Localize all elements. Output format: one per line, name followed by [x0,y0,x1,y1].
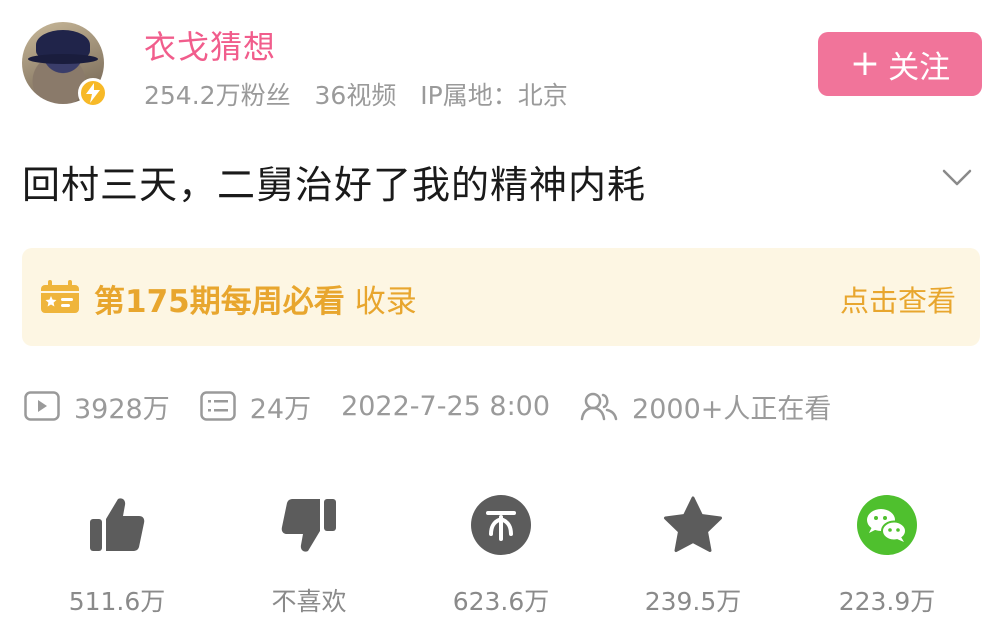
banner-title: 第175期每周必看 收录 [94,276,417,321]
plus-icon: + [849,43,881,84]
coin-count: 623.6万 [452,587,550,616]
coin-icon [466,490,536,560]
star-icon [658,490,728,560]
danmaku-icon [199,391,236,421]
dislike-label: 不喜欢 [271,587,347,616]
thumbs-up-icon [82,490,152,560]
play-count: 3928万 [74,393,170,425]
like-button[interactable]: 511.6万 [22,490,212,620]
avatar-hat-brim-shape [28,54,98,64]
publish-date: 2022-7-25 8:00 [341,390,551,422]
author-meta: 254.2万粉丝 36视频 IP属地：北京 [144,76,584,112]
author-name[interactable]: 衣戈猜想 [144,22,276,68]
wechat-share-button[interactable]: 223.9万 [792,490,982,620]
video-stats: 3928万 24万 2022-7-25 8:00 2000+人正在看 [24,384,861,428]
watching-now-stat: 2000+人正在看 [580,387,831,426]
video-title: 回村三天，二舅治好了我的精神内耗 [22,163,647,207]
chevron-down-icon[interactable] [940,160,974,194]
follow-button[interactable]: + 关注 [818,32,982,96]
video-count: 36视频 [314,81,397,110]
thumbs-down-icon [274,490,344,560]
weekly-collection-banner[interactable]: 第175期每周必看 收录 点击查看 [22,248,980,346]
banner-view-link[interactable]: 点击查看 [840,278,956,320]
wechat-icon [852,490,922,560]
banner-title-main: 第175期每周必看 [94,284,345,320]
calendar-star-icon [40,280,80,314]
viewers-icon [580,392,618,421]
favorite-count: 239.5万 [644,587,742,616]
dislike-button[interactable]: 不喜欢 [214,490,404,620]
play-icon [24,391,60,421]
follow-label: 关注 [888,49,951,86]
like-count: 511.6万 [68,587,166,616]
favorite-button[interactable]: 239.5万 [598,490,788,620]
play-count-stat: 3928万 [24,387,170,426]
lightning-icon [78,78,108,108]
coin-button[interactable]: 623.6万 [406,490,596,620]
author-header: 衣戈猜想 254.2万粉丝 36视频 IP属地：北京 + 关注 [22,20,982,112]
danmaku-count-stat: 24万 [199,387,312,426]
danmaku-count: 24万 [249,393,312,425]
video-detail-page: 衣戈猜想 254.2万粉丝 36视频 IP属地：北京 + 关注 回村三天，二舅治… [0,0,1000,632]
share-count: 223.9万 [838,587,936,616]
ip-location: IP属地：北京 [420,81,568,110]
action-bar: 511.6万 不喜欢 623.6万 239.5万 223.9万 [22,490,982,620]
watching-now: 2000+人正在看 [632,393,832,425]
fans-count: 254.2万粉丝 [144,81,291,110]
publish-date-stat: 2022-7-25 8:00 [341,391,550,422]
banner-subtitle: 收录 [354,284,417,320]
